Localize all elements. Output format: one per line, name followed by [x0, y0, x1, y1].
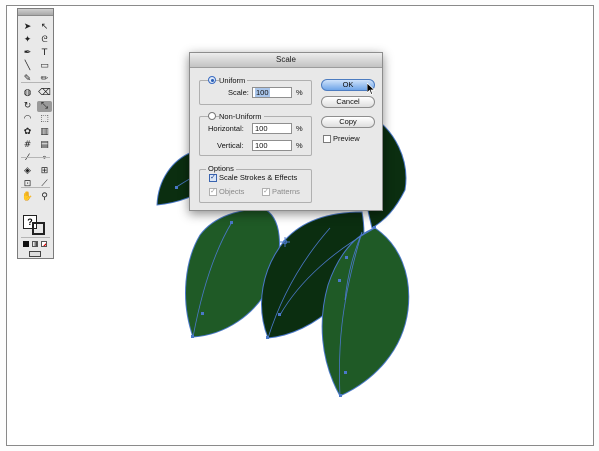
preview-label: Preview	[333, 134, 360, 143]
hand-tool-icon[interactable]: ✋	[20, 192, 35, 203]
live-paint-selection-tool-icon[interactable]: ⊞	[37, 166, 52, 177]
eyedropper-tool-icon[interactable]: ⁄	[20, 153, 35, 164]
column-graph-tool-icon[interactable]: ▥	[37, 127, 52, 138]
objects-label: Objects	[219, 187, 245, 196]
anchor-point	[266, 336, 269, 339]
anchor-point	[201, 312, 204, 315]
vertical-unit: %	[296, 141, 303, 150]
anchor-point	[175, 186, 178, 189]
warp-tool-icon[interactable]: ◠	[20, 114, 35, 125]
slice-tool-icon[interactable]: ⟋	[37, 179, 52, 190]
objects-checkbox[interactable]: ✓	[209, 188, 217, 196]
options-label: Options	[206, 164, 236, 173]
divider	[21, 157, 50, 158]
uniform-radio[interactable]	[208, 76, 216, 84]
symbol-sprayer-tool-icon[interactable]: ✿	[20, 127, 35, 138]
uniform-label: Uniform	[219, 76, 248, 85]
anchor-point	[345, 256, 348, 259]
anchor-point	[344, 371, 347, 374]
vertical-field[interactable]: 100	[252, 140, 292, 151]
rotate-tool-icon[interactable]: ↻	[20, 101, 35, 112]
divider	[21, 82, 50, 83]
non-uniform-label: Non-Uniform	[219, 112, 264, 121]
divider	[21, 237, 50, 238]
scale-field[interactable]: 100	[252, 87, 292, 98]
gradient-mode-icon[interactable]	[32, 241, 38, 247]
gradient-tool-icon[interactable]: ▤	[37, 140, 52, 151]
scale-value: 100	[255, 88, 270, 97]
anchor-point	[338, 279, 341, 282]
horizontal-unit: %	[296, 124, 303, 133]
color-mode-icon[interactable]	[23, 241, 29, 247]
live-paint-bucket-tool-icon[interactable]: ◈	[20, 166, 35, 177]
scale-strokes-checkbox[interactable]: ✓	[209, 174, 217, 182]
line-tool-icon[interactable]: ╲	[20, 61, 35, 72]
anchor-point	[191, 335, 194, 338]
paintbrush-tool-icon[interactable]: ✎	[20, 74, 35, 85]
free-transform-tool-icon[interactable]: ⬚	[37, 114, 52, 125]
zoom-tool-icon[interactable]: ⚲	[37, 192, 52, 203]
blob-brush-tool-icon[interactable]: ◍	[20, 88, 35, 99]
scale-label: Scale:	[228, 88, 249, 97]
preview-checkbox[interactable]	[323, 135, 331, 143]
patterns-checkbox[interactable]: ✓	[262, 188, 270, 196]
fill-stroke-swatch[interactable]: ?	[23, 215, 49, 235]
blend-tool-icon[interactable]: ∘	[37, 153, 52, 164]
stroke-swatch[interactable]	[32, 222, 45, 235]
copy-button[interactable]: Copy	[321, 116, 375, 128]
screen-mode-icon[interactable]	[29, 251, 41, 257]
anchor-point	[278, 313, 281, 316]
artboard-tool-icon[interactable]: ⊡	[20, 179, 35, 190]
non-uniform-radio[interactable]	[208, 112, 216, 120]
none-mode-icon[interactable]	[41, 241, 47, 247]
vertical-value: 100	[255, 141, 268, 150]
horizontal-label: Horizontal:	[208, 124, 244, 133]
scale-strokes-label: Scale Strokes & Effects	[219, 173, 298, 182]
direct-selection-tool-icon[interactable]: ↖	[37, 22, 52, 33]
cancel-button[interactable]: Cancel	[321, 96, 375, 108]
scale-unit: %	[296, 88, 303, 97]
tools-panel: ➤ ↖ ✦ ᘓ ✒ T ╲ ▭ ✎ ✏ ◍ ⌫ ↻ ⤡ ◠ ⬚ ✿ ▥ # ▤ ⁄ ∘ ◈ ⊞ ⊡ ⟋ ✋ ⚲ ?	[17, 8, 54, 259]
vertical-label: Vertical:	[217, 141, 244, 150]
selection-tool-icon[interactable]: ➤	[20, 22, 35, 33]
mesh-tool-icon[interactable]: #	[20, 140, 35, 151]
type-tool-icon[interactable]: T	[37, 48, 52, 59]
mouse-pointer-icon	[367, 83, 375, 95]
anchor-point	[373, 226, 376, 229]
patterns-label: Patterns	[272, 187, 300, 196]
dialog-title[interactable]: Scale	[190, 53, 382, 68]
rectangle-tool-icon[interactable]: ▭	[37, 61, 52, 72]
divider	[21, 187, 50, 188]
color-mode-row	[23, 241, 50, 249]
horizontal-field[interactable]: 100	[252, 123, 292, 134]
scale-tool-icon[interactable]: ⤡	[37, 100, 52, 112]
scale-dialog: Scale Uniform Scale: 100 % Non-Uniform H…	[189, 52, 383, 211]
lasso-tool-icon[interactable]: ᘓ	[37, 35, 52, 46]
anchor-point	[230, 221, 233, 224]
magic-wand-tool-icon[interactable]: ✦	[20, 35, 35, 46]
anchor-point	[339, 394, 342, 397]
pencil-tool-icon[interactable]: ✏	[37, 74, 52, 85]
horizontal-value: 100	[255, 124, 268, 133]
tools-panel-titlebar[interactable]	[18, 9, 53, 16]
eraser-tool-icon[interactable]: ⌫	[37, 88, 52, 99]
pen-tool-icon[interactable]: ✒	[20, 48, 35, 59]
